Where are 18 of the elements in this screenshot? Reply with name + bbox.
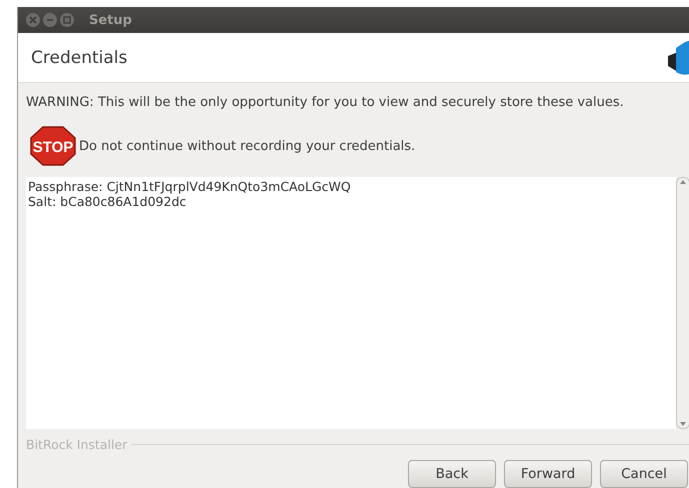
scroll-down-icon[interactable] — [679, 420, 687, 428]
nav-button[interactable]: Forward — [504, 460, 592, 488]
credentials-text-area[interactable]: Passphrase: CjtNn1tFJqrplVd49KnQto3mCAoLGcWQ Salt: bCa80c86A1d092dc — [26, 177, 676, 429]
stop-sign-icon: STOP — [30, 126, 76, 166]
scroll-up-icon[interactable] — [679, 178, 687, 186]
installer-label: BitRock Installer — [26, 437, 128, 452]
page-title: Credentials — [31, 48, 128, 68]
credential-line: Passphrase: CjtNn1tFJqrplVd49KnQto3mCAoLGcWQ — [28, 179, 352, 194]
nav-button[interactable]: Cancel — [600, 460, 688, 488]
scrollbar[interactable] — [676, 177, 689, 429]
nav-button[interactable]: Back — [408, 460, 496, 488]
credential-line: Salt: bCa80c86A1d092dc — [28, 194, 188, 209]
maximize-icon[interactable] — [60, 13, 74, 28]
window-title: Setup — [89, 12, 132, 28]
minimize-icon[interactable] — [43, 13, 57, 28]
notice-text: Do not continue without recording your credentials. — [79, 138, 416, 154]
warning-text: WARNING: This will be the only opportunity for you to view and securely store these values. — [26, 95, 625, 110]
close-icon[interactable] — [26, 13, 40, 28]
